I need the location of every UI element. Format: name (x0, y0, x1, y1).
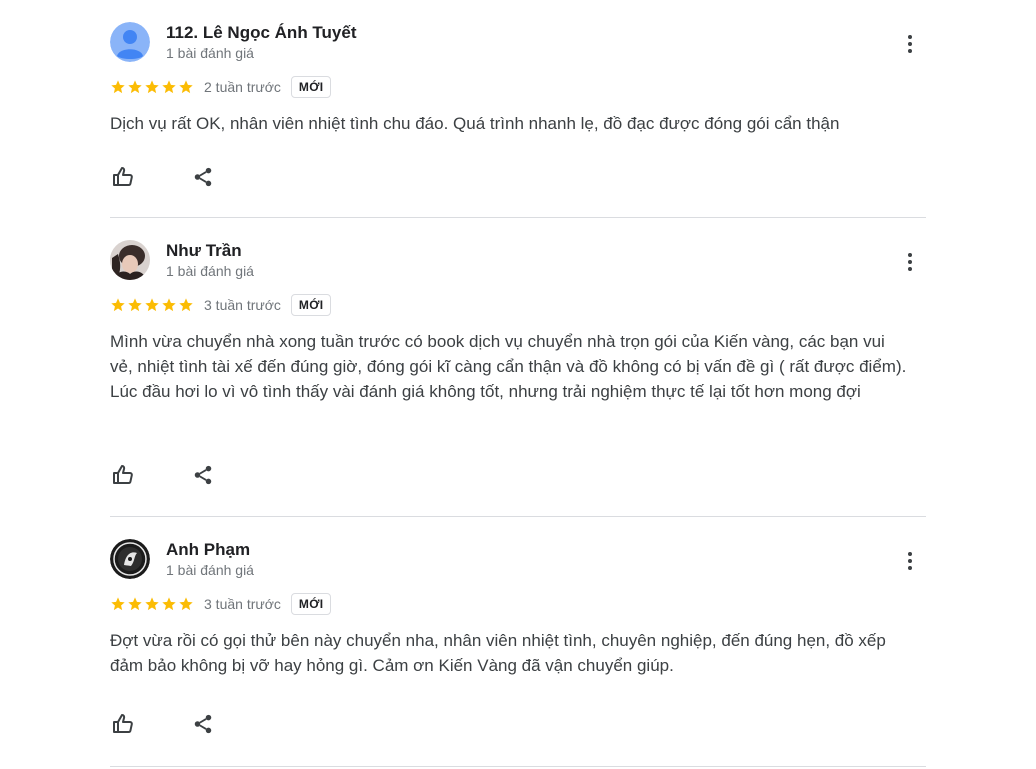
more-vert-icon (908, 552, 912, 556)
review-actions (110, 462, 216, 488)
star-icon (145, 80, 159, 94)
thumb-up-icon (113, 714, 133, 733)
star-icon (179, 597, 193, 611)
new-badge: MỚI (290, 593, 332, 615)
review-time: 3 tuần trước (204, 596, 281, 612)
star-icon (145, 298, 159, 312)
author-name[interactable]: Như Trần (166, 241, 242, 261)
more-options-button[interactable] (902, 30, 918, 58)
review-actions (110, 711, 216, 737)
author-review-count[interactable]: 1 bài đánh giá (166, 45, 254, 61)
avatar[interactable] (110, 240, 150, 280)
review-text: Mình vừa chuyển nhà xong tuần trước có b… (110, 332, 907, 401)
star-icon (111, 597, 125, 611)
more-vert-icon (908, 253, 912, 257)
author-name[interactable]: 112. Lê Ngọc Ánh Tuyết (166, 23, 357, 43)
more-options-button[interactable] (902, 547, 918, 575)
review-text: Đợt vừa rồi có gọi thử bên này chuyển nh… (110, 631, 886, 675)
star-icon (128, 597, 142, 611)
rating-row: 2 tuần trước MỚI (110, 74, 332, 100)
review-card: Như Trần 1 bài đánh giá 3 tuần trước MỚI… (110, 218, 926, 517)
like-button[interactable] (110, 711, 136, 737)
star-rating (110, 297, 194, 313)
star-rating (110, 79, 194, 95)
star-icon (179, 298, 193, 312)
star-icon (145, 597, 159, 611)
star-icon (128, 298, 142, 312)
share-button[interactable] (190, 711, 216, 737)
review-list: 112. Lê Ngọc Ánh Tuyết 1 bài đánh giá 2 … (110, 0, 926, 767)
rating-row: 3 tuần trước MỚI (110, 292, 332, 318)
author-review-count[interactable]: 1 bài đánh giá (166, 562, 254, 578)
review-time: 3 tuần trước (204, 297, 281, 313)
avatar[interactable] (110, 539, 150, 579)
like-button[interactable] (110, 462, 136, 488)
share-icon (194, 465, 212, 485)
share-icon (194, 167, 212, 187)
star-icon (162, 597, 176, 611)
review-actions (110, 164, 216, 190)
more-vert-icon (908, 35, 912, 39)
more-options-button[interactable] (902, 248, 918, 276)
share-button[interactable] (190, 462, 216, 488)
rating-row: 3 tuần trước MỚI (110, 591, 332, 617)
star-icon (111, 298, 125, 312)
author-review-count[interactable]: 1 bài đánh giá (166, 263, 254, 279)
new-badge: MỚI (290, 76, 332, 98)
author-name[interactable]: Anh Phạm (166, 540, 250, 560)
share-button[interactable] (190, 164, 216, 190)
star-rating (110, 596, 194, 612)
star-icon (179, 80, 193, 94)
review-time: 2 tuần trước (204, 79, 281, 95)
star-icon (128, 80, 142, 94)
review-card: Anh Phạm 1 bài đánh giá 3 tuần trước MỚI… (110, 517, 926, 767)
share-icon (194, 714, 212, 734)
star-icon (162, 298, 176, 312)
star-icon (111, 80, 125, 94)
thumb-up-icon (113, 167, 133, 186)
star-icon (162, 80, 176, 94)
avatar[interactable] (110, 22, 150, 62)
new-badge: MỚI (290, 294, 332, 316)
review-card: 112. Lê Ngọc Ánh Tuyết 1 bài đánh giá 2 … (110, 0, 926, 218)
review-text: Dịch vụ rất OK, nhân viên nhiệt tình chu… (110, 114, 840, 133)
thumb-up-icon (113, 465, 133, 484)
like-button[interactable] (110, 164, 136, 190)
